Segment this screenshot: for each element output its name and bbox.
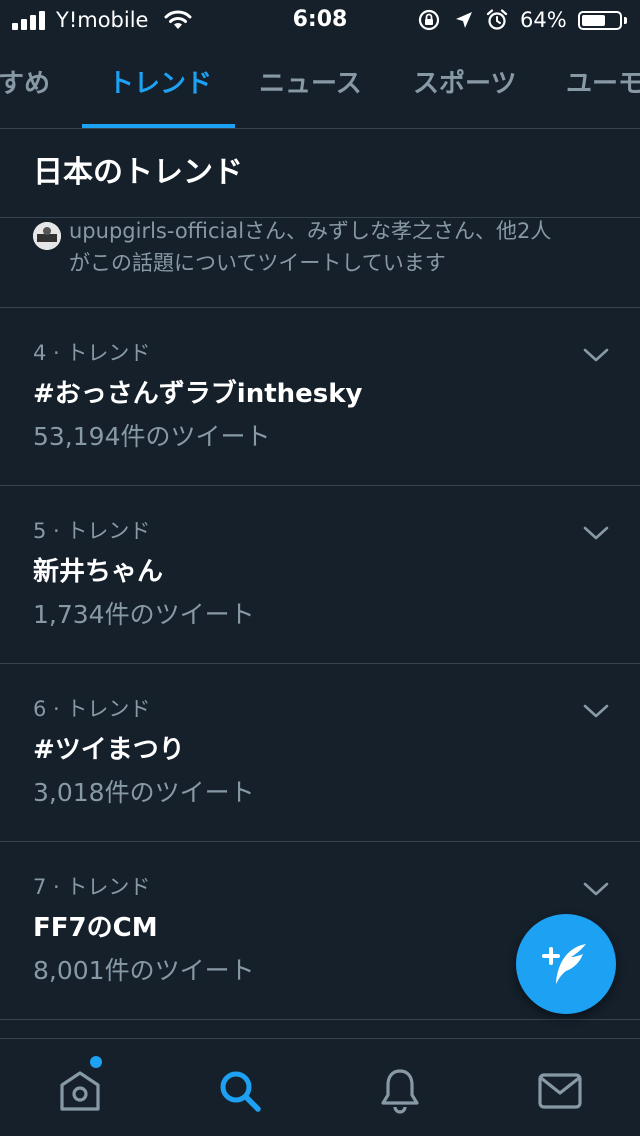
tab-sports[interactable]: スポーツ (413, 64, 516, 104)
trend-rank: 6 · トレンド (33, 697, 151, 721)
explore-tabs: すめ トレンド ニュース スポーツ ユーモ (0, 40, 640, 129)
messages-icon[interactable] (532, 1063, 588, 1119)
rotation-lock-icon (418, 9, 440, 31)
notifications-icon[interactable] (372, 1063, 428, 1119)
chevron-down-icon[interactable] (582, 346, 610, 364)
trend-tweet-count: 3,018件のツイート (33, 778, 255, 807)
trend-name: FF7のCM (33, 913, 158, 943)
trend-rank: 7 · トレンド (33, 875, 151, 899)
tab-trends[interactable]: トレンド (108, 64, 212, 104)
search-icon[interactable] (212, 1063, 268, 1119)
avatar (33, 222, 61, 250)
location-icon (456, 12, 472, 28)
trend-rank: 5 · トレンド (33, 519, 151, 543)
trend-item[interactable]: 6 · トレンド #ツイまつり 3,018件のツイート (0, 664, 640, 842)
trend-name: #おっさんずラブinthesky (33, 379, 363, 409)
compose-tweet-icon (542, 944, 586, 984)
trend-context[interactable]: upupgirls-officialさん、みずしな孝之さん、他2人 がこの話題に… (0, 218, 640, 308)
trend-item[interactable]: 5 · トレンド 新井ちゃん 1,734件のツイート (0, 486, 640, 664)
trend-rank: 4 · トレンド (33, 341, 151, 365)
battery-percent: 64% (520, 8, 567, 32)
chevron-down-icon[interactable] (582, 524, 610, 542)
tab-humor[interactable]: ユーモ (566, 64, 640, 104)
trend-tweet-count: 8,001件のツイート (33, 956, 255, 985)
screen: Y!mobile 6:08 64% すめ トレンド ニュース スポーツ ユーモ … (0, 0, 640, 1136)
trend-tweet-count: 53,194件のツイート (33, 422, 271, 451)
alarm-icon (486, 9, 508, 30)
battery-icon (578, 11, 622, 30)
battery-cap (624, 17, 627, 24)
section-header: 日本のトレンド (0, 129, 640, 218)
tab-news[interactable]: ニュース (259, 64, 362, 104)
compose-tweet-button[interactable] (516, 914, 616, 1014)
context-line-2: がこの話題についてツイートしています (69, 251, 446, 275)
home-icon[interactable] (52, 1063, 108, 1119)
active-tab-indicator (82, 124, 235, 128)
home-notification-dot (90, 1056, 102, 1068)
tab-recommended[interactable]: すめ (0, 64, 50, 104)
trend-tweet-count: 1,734件のツイート (33, 600, 255, 629)
trend-item[interactable]: 4 · トレンド #おっさんずラブinthesky 53,194件のツイート (0, 308, 640, 486)
context-line-1: upupgirls-officialさん、みずしな孝之さん、他2人 (69, 219, 552, 243)
bottom-nav (0, 1038, 640, 1136)
battery-level (582, 15, 605, 26)
status-bar: Y!mobile 6:08 64% (0, 0, 640, 40)
trend-name: #ツイまつり (33, 735, 185, 765)
section-title: 日本のトレンド (33, 155, 243, 190)
trend-name: 新井ちゃん (33, 557, 164, 587)
chevron-down-icon[interactable] (582, 880, 610, 898)
chevron-down-icon[interactable] (582, 702, 610, 720)
